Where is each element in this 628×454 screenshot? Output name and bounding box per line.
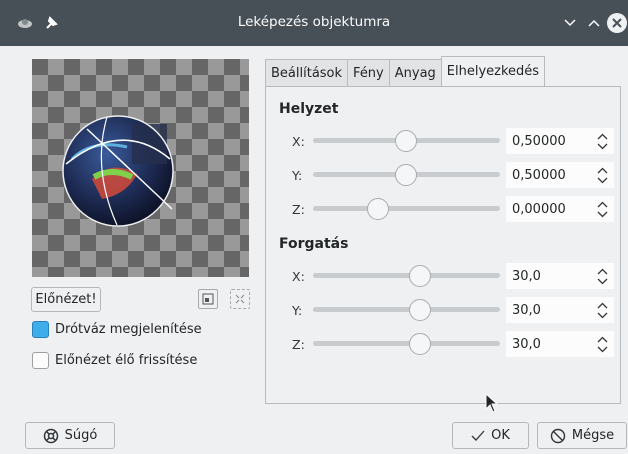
cancel-button[interactable]: Mégse [537, 422, 627, 449]
live-preview-checkbox[interactable] [32, 352, 49, 369]
rotation-x-spinbox[interactable]: 30,0 [506, 263, 614, 289]
rotation-x-slider[interactable] [313, 273, 500, 278]
rotation-y-value: 30,0 [512, 302, 541, 318]
position-x-value: 0,50000 [512, 133, 566, 149]
window-title: Leképezés objektumra [237, 14, 391, 30]
spin-arrows-icon[interactable] [597, 201, 608, 218]
rotation-z-value: 30,0 [512, 336, 541, 352]
preview-button[interactable]: Előnézet! [31, 287, 101, 312]
position-y-value: 0,50000 [512, 167, 566, 183]
tab-light[interactable]: Fény [347, 59, 390, 86]
rotation-x-label: X: [292, 269, 305, 284]
title-bar: Leképezés objektumra [0, 0, 628, 46]
rotation-z-slider[interactable] [313, 341, 500, 346]
rotation-y-slider[interactable] [313, 307, 500, 312]
tab-bar: Beállítások Fény Anyag Elhelyezkedés [265, 56, 546, 86]
rotation-z-spinbox[interactable]: 30,0 [506, 331, 614, 357]
zoom-out-icon[interactable] [230, 289, 250, 309]
position-x-label: X: [292, 134, 305, 149]
live-preview-label: Előnézet élő frissítése [55, 353, 198, 368]
rotation-x-value: 30,0 [512, 268, 541, 284]
rotation-y-spinbox[interactable]: 30,0 [506, 297, 614, 323]
position-z-slider[interactable] [313, 206, 500, 211]
position-z-label: Z: [292, 202, 305, 217]
live-preview-checkbox-row[interactable]: Előnézet élő frissítése [32, 352, 197, 369]
mouse-cursor-icon [485, 393, 499, 413]
checkmark-icon [471, 430, 485, 442]
rotation-z-slider-handle[interactable] [409, 333, 431, 355]
help-icon [43, 428, 59, 444]
rotation-z-label: Z: [292, 337, 305, 352]
zoom-in-icon[interactable] [198, 289, 218, 309]
position-z-value: 0,00000 [512, 201, 566, 217]
minimize-icon[interactable] [560, 13, 580, 33]
rotation-title: Forgatás [279, 236, 349, 252]
spin-arrows-icon[interactable] [597, 302, 608, 319]
close-icon[interactable] [607, 13, 627, 33]
maximize-icon[interactable] [584, 13, 604, 33]
ok-button[interactable]: OK [452, 422, 529, 449]
help-button[interactable]: Súgó [25, 422, 115, 449]
spin-arrows-icon[interactable] [597, 268, 608, 285]
cancel-label: Mégse [571, 428, 615, 443]
spin-arrows-icon[interactable] [597, 133, 608, 150]
ok-label: OK [491, 428, 510, 443]
wireframe-checkbox[interactable] [32, 321, 49, 338]
spin-arrows-icon[interactable] [597, 167, 608, 184]
rotation-x-slider-handle[interactable] [409, 265, 431, 287]
position-z-slider-handle[interactable] [367, 198, 389, 220]
rotation-y-slider-handle[interactable] [409, 299, 431, 321]
position-y-label: Y: [292, 168, 303, 183]
tab-orientation[interactable]: Elhelyezkedés [440, 56, 546, 86]
position-y-slider-handle[interactable] [395, 164, 417, 186]
tab-material[interactable]: Anyag [388, 59, 442, 86]
position-x-slider-handle[interactable] [395, 130, 417, 152]
position-x-spinbox[interactable]: 0,50000 [506, 128, 614, 154]
spin-arrows-icon[interactable] [597, 336, 608, 353]
position-y-spinbox[interactable]: 0,50000 [506, 162, 614, 188]
preview-image [32, 59, 249, 277]
help-label: Súgó [64, 428, 98, 443]
wireframe-checkbox-row[interactable]: Drótváz megjelenítése [32, 321, 202, 338]
cancel-icon [550, 428, 566, 444]
tab-settings[interactable]: Beállítások [265, 59, 349, 86]
position-z-spinbox[interactable]: 0,00000 [506, 196, 614, 222]
rotation-y-label: Y: [292, 303, 303, 318]
position-title: Helyzet [279, 101, 339, 117]
wireframe-label: Drótváz megjelenítése [55, 322, 202, 337]
